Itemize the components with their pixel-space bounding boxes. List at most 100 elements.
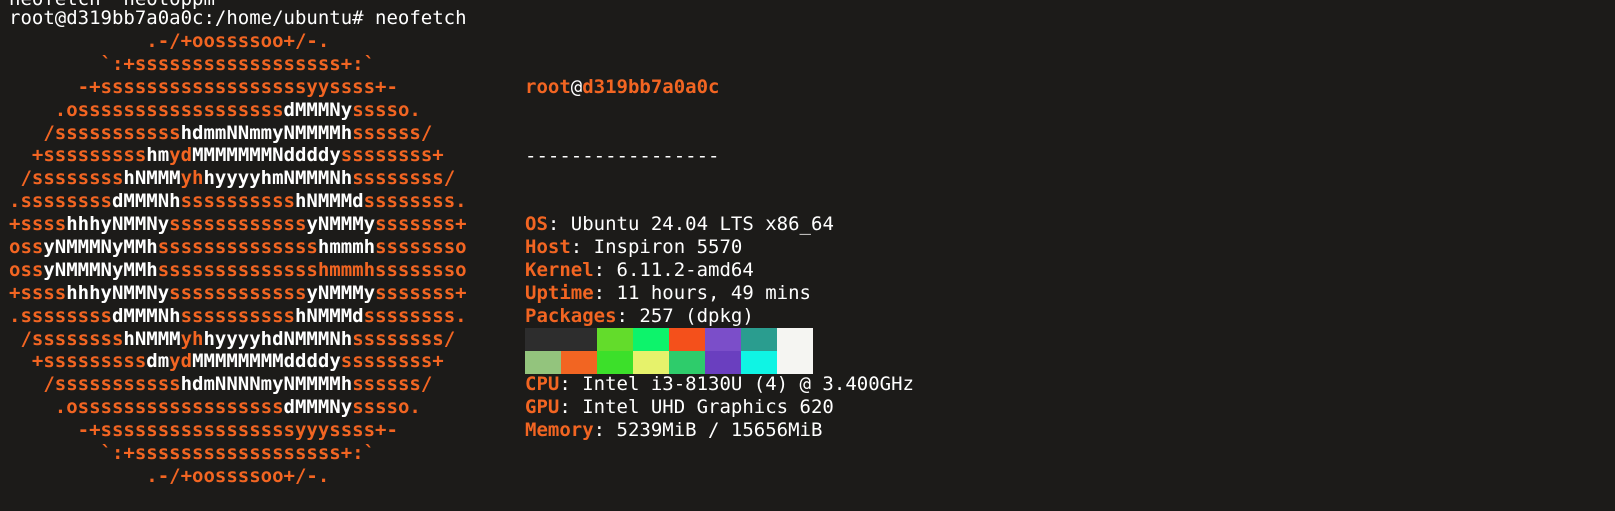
logo-row: ossyNMMMNyMMhsssssssssssssshmmmhssssssso — [9, 259, 467, 282]
logo-row: -+ssssssssssssssssssyyssss+- — [9, 76, 467, 99]
normal-color-swatch-3 — [633, 328, 669, 351]
logo-segment: .-/+oossssoo+/-. — [9, 464, 330, 487]
logo-segment: ssssssss. — [363, 304, 467, 327]
info-field-cpu: CPU: Intel i3-8130U (4) @ 3.400GHz — [525, 373, 914, 396]
normal-color-swatch-4 — [669, 328, 705, 351]
logo-segment: sssso. — [352, 396, 421, 419]
logo-row: /sssssssshNMMMyhhyyyyhmNMMMNhssssssss/ — [9, 167, 467, 190]
logo-segment: dMMMNh — [111, 304, 181, 327]
logo-row: /ssssssssssshdmmNNmmyNMMMMhssssss/ — [9, 122, 467, 145]
logo-segment: MMMMMMMNddddy — [192, 144, 341, 167]
logo-segment: /sssssssssss — [9, 373, 181, 396]
logo-row: ossyNMMMNyMMhsssssssssssssshmmmhssssssso — [9, 236, 467, 259]
info-key: OS — [525, 213, 548, 236]
normal-color-swatch-6 — [741, 328, 777, 351]
logo-segment: ssssssssss — [180, 304, 295, 327]
logo-segment: ssssssssss — [180, 190, 295, 213]
logo-segment: MMMMMMMMddddy — [192, 350, 341, 373]
logo-segment: .ossssssssssssssssss — [9, 98, 284, 121]
logo-segment: yd — [169, 144, 193, 167]
bright-color-swatch-7 — [777, 351, 813, 374]
logo-segment: dMMMNy — [283, 98, 353, 121]
logo-segment: .ssssssss — [9, 304, 112, 327]
info-key: Host — [525, 236, 571, 259]
info-colon: : — [616, 304, 640, 327]
bright-color-swatch-0 — [525, 351, 561, 374]
logo-segment: ssssssso — [375, 236, 467, 259]
info-value: 11 hours, 49 mins — [616, 281, 811, 304]
palette-row-bright — [525, 351, 813, 374]
logo-segment: dMMMNy — [283, 396, 353, 419]
info-colon: : — [547, 213, 571, 236]
logo-segment: `:+ssssssssssssssssss+:` — [9, 52, 376, 75]
color-palette — [525, 328, 813, 374]
at-symbol: @ — [570, 75, 583, 98]
terminal-window[interactable]: neofetch neotoppm root@d319bb7a0a0c:/hom… — [0, 0, 1615, 511]
logo-row: .ssssssssdMMMNhsssssssssshNMMMdssssssss. — [9, 305, 467, 328]
logo-segment: hdmmNNmmyNMMMMh — [180, 121, 353, 144]
info-key: Kernel — [525, 259, 594, 281]
bright-color-swatch-3 — [633, 351, 669, 374]
logo-segment: ssssssssssssss — [157, 236, 318, 259]
info-key: Packages — [525, 304, 617, 327]
logo-row: .-/+oossssoo+/-. — [9, 30, 467, 53]
bright-color-swatch-4 — [669, 351, 705, 374]
logo-segment: +sssssssss — [9, 350, 147, 373]
logo-segment: -+ssssssssssssssssssyyssss+- — [9, 75, 398, 98]
logo-row: +sssssssssdmydMMMMMMMMddddyssssssss+ — [9, 350, 467, 373]
info-field-packages: Packages: 257 (dpkg) — [525, 305, 914, 328]
logo-row: `:+ssssssssssssssssss+:` — [9, 442, 467, 465]
info-colon: : — [593, 419, 617, 442]
logo-segment: hdmNNNNmyNMMMMh — [180, 373, 353, 396]
normal-color-swatch-2 — [597, 328, 633, 351]
logo-segment: ssssssss. — [363, 190, 467, 213]
logo-segment: ssssss/ — [352, 373, 433, 396]
logo-segment: /sssssssssss — [9, 121, 181, 144]
info-colon: : — [559, 396, 583, 419]
logo-segment: hmmmh — [317, 236, 376, 259]
logo-segment: .-/+oossssoo+/-. — [9, 30, 330, 52]
info-field-host: Host: Inspiron 5570 — [525, 236, 914, 259]
logo-segment: ssssssss+ — [340, 144, 444, 167]
logo-segment: ssssss/ — [352, 121, 433, 144]
normal-color-swatch-5 — [705, 328, 741, 351]
info-field-uptime: Uptime: 11 hours, 49 mins — [525, 282, 914, 305]
logo-segment: sssssss+ — [375, 213, 467, 236]
info-field-gpu: GPU: Intel UHD Graphics 620 — [525, 396, 914, 419]
logo-segment: .ssssssss — [9, 190, 112, 213]
logo-segment: yNMMMy — [306, 213, 376, 236]
logo-segment: /ssssssss — [9, 327, 124, 350]
logo-row: .-/+oossssoo+/-. — [9, 465, 467, 488]
bright-color-swatch-6 — [741, 351, 777, 374]
logo-segment: oss — [9, 236, 44, 259]
logo-segment: yNMMMy — [306, 281, 376, 304]
normal-color-swatch-0 — [525, 328, 561, 351]
logo-row: `:+ssssssssssssssssss+:` — [9, 53, 467, 76]
info-value: 6.11.2-amd64 — [616, 259, 754, 281]
logo-segment: /ssssssss — [9, 167, 124, 190]
info-value: Inspiron 5570 — [593, 236, 743, 259]
logo-row: .ossssssssssssssssssdMMMNysssso. — [9, 396, 467, 419]
logo-segment: ssssssss+ — [340, 350, 444, 373]
hostname: d319bb7a0a0c — [582, 75, 720, 98]
user-host-line: root@d319bb7a0a0c — [525, 76, 914, 99]
logo-segment: +ssss — [9, 213, 67, 236]
logo-segment: yh — [180, 167, 204, 190]
info-key: CPU — [525, 373, 560, 396]
logo-segment: dMMMNh — [111, 190, 181, 213]
username: root — [525, 75, 571, 98]
logo-segment: .ossssssssssssssssss — [9, 396, 284, 419]
logo-segment: yNMMMNyMMh — [43, 258, 158, 281]
info-key: Uptime — [525, 281, 594, 304]
prompt-line: root@d319bb7a0a0c:/home/ubuntu# neofetch — [9, 7, 467, 29]
logo-segment: -+sssssssssssssssssyyyssss+- — [9, 419, 398, 442]
normal-color-swatch-1 — [561, 328, 597, 351]
separator-line: ----------------- — [525, 144, 720, 167]
logo-row: -+sssssssssssssssssyyyssss+- — [9, 419, 467, 442]
info-value: 5239MiB / 15656MiB — [616, 419, 823, 442]
info-colon: : — [570, 236, 594, 259]
logo-segment: ssssssssssss — [169, 213, 307, 236]
logo-segment: dm — [146, 350, 170, 373]
info-field-os: OS: Ubuntu 24.04 LTS x86_64 — [525, 213, 914, 236]
bright-color-swatch-1 — [561, 351, 597, 374]
